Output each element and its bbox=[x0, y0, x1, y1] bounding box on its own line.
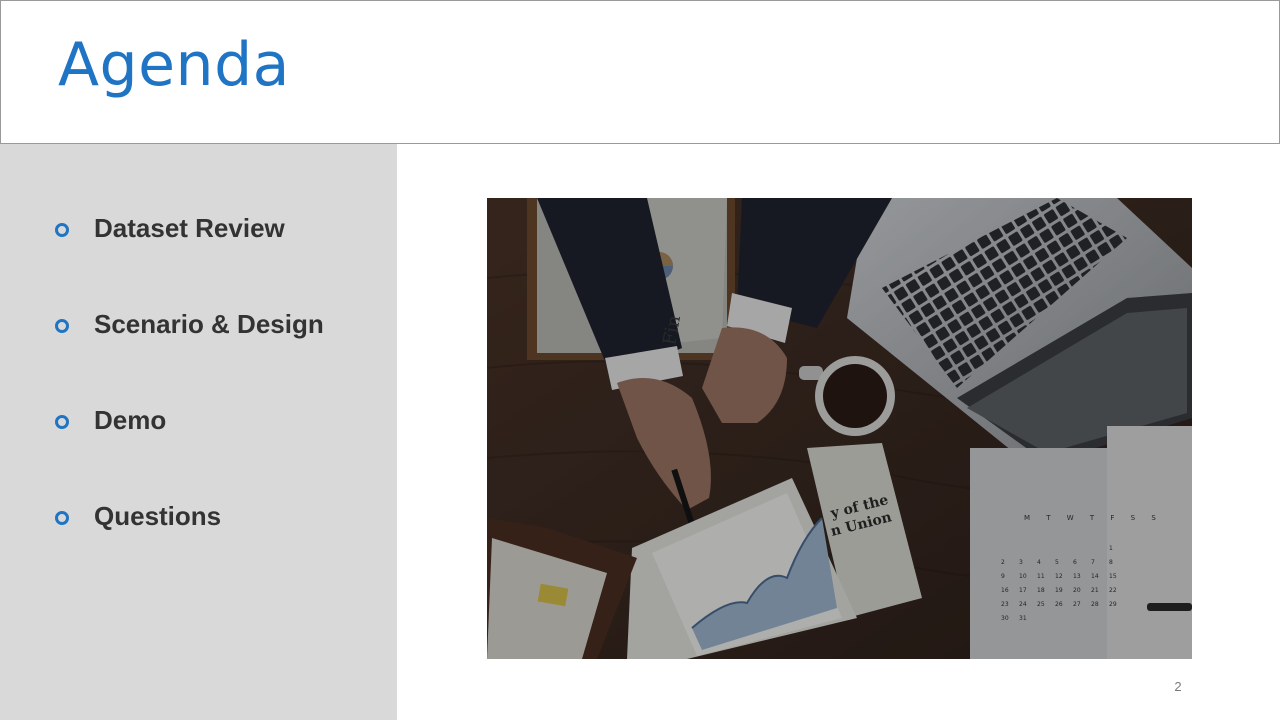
circle-bullet-icon bbox=[55, 319, 69, 333]
agenda-item: Demo bbox=[55, 405, 166, 435]
circle-bullet-icon bbox=[55, 415, 69, 429]
agenda-item: Scenario & Design bbox=[55, 309, 324, 339]
circle-bullet-icon bbox=[55, 223, 69, 237]
agenda-item-label: Questions bbox=[94, 500, 222, 531]
agenda-sidebar: Dataset Review Scenario & Design Demo Qu… bbox=[0, 144, 397, 720]
slide-header: Agenda bbox=[0, 0, 1280, 144]
agenda-item-label: Dataset Review bbox=[94, 212, 285, 243]
photo-dark-overlay bbox=[487, 198, 1192, 659]
agenda-item: Dataset Review bbox=[55, 213, 285, 243]
page-number: 2 bbox=[1174, 679, 1182, 694]
business-desk-photo: y of the n Union Fin M T W T F S S 12345… bbox=[487, 198, 1192, 659]
agenda-item: Questions bbox=[55, 501, 221, 531]
slide-title: Agenda bbox=[58, 30, 290, 100]
agenda-item-label: Scenario & Design bbox=[94, 308, 324, 339]
agenda-item-label: Demo bbox=[94, 404, 167, 435]
desk-photo-illustration: y of the n Union Fin M T W T F S S 12 3 4 5… bbox=[487, 198, 1192, 659]
circle-bullet-icon bbox=[55, 511, 69, 525]
